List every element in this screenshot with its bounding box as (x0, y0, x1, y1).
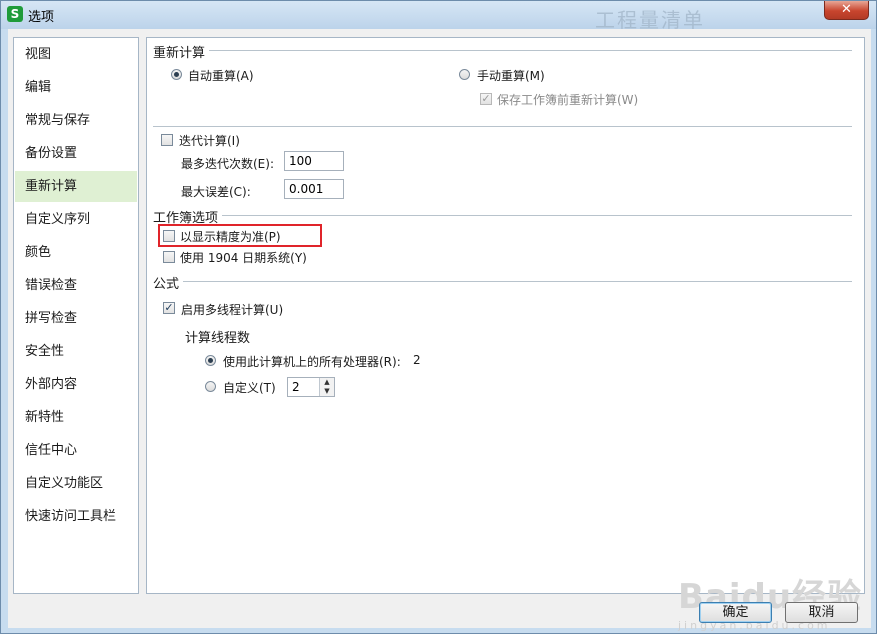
sidebar-item-14[interactable]: 快速访问工具栏 (15, 501, 137, 532)
sidebar-item-9[interactable]: 安全性 (15, 336, 137, 367)
divider (153, 126, 852, 127)
iterative-calc-label[interactable]: 迭代计算(I) (179, 132, 240, 149)
options-dialog: S 选项 工程量清单 ✕ 视图 编辑 常规与保存 备份设置 重新计算 自定义序列 颜色 错误检… (0, 0, 877, 634)
divider (179, 281, 852, 282)
title-bar[interactable]: S 选项 工程量清单 ✕ (1, 1, 876, 32)
sidebar-item-1[interactable]: 编辑 (15, 72, 137, 103)
max-change-label: 最大误差(C): (181, 185, 251, 199)
multithread-checkbox[interactable]: ✓ (163, 302, 175, 314)
max-iterations-label: 最多迭代次数(E): (181, 157, 274, 171)
spinner-buttons[interactable]: ▲ ▼ (319, 378, 334, 396)
manual-recalc-label[interactable]: 手动重算(M) (477, 67, 545, 84)
threads-section-label: 计算线程数 (185, 331, 251, 346)
recalculation-panel: 重新计算 自动重算(A) 手动重算(M) ✓ 保存工作簿前重新计算(W) 迭代计… (146, 37, 865, 594)
sidebar-item-8[interactable]: 拼写检查 (15, 303, 137, 334)
options-category-list: 视图 编辑 常规与保存 备份设置 重新计算 自定义序列 颜色 错误检查 拼写检查 安全性 外部内容新… (13, 37, 139, 594)
custom-threads-spinner[interactable]: 2 ▲ ▼ (287, 377, 335, 397)
divider (219, 215, 852, 216)
recalc-before-save-label: 保存工作簿前重新计算(W) (497, 93, 639, 107)
close-icon: ✕ (841, 2, 852, 17)
iterative-calc-checkbox[interactable] (161, 134, 173, 146)
all-processors-radio[interactable] (205, 355, 216, 366)
sidebar-item-6[interactable]: 颜色 (15, 237, 137, 268)
dialog-title: 选项 (28, 10, 55, 25)
date1904-checkbox[interactable] (163, 251, 175, 263)
spinner-up-icon[interactable]: ▲ (320, 378, 334, 387)
sidebar-item-2[interactable]: 常规与保存 (15, 105, 137, 136)
manual-recalc-radio[interactable] (459, 69, 470, 80)
custom-threads-radio[interactable] (205, 381, 216, 392)
multithread-label[interactable]: 启用多线程计算(U) (181, 301, 283, 318)
custom-threads-value: 2 (292, 380, 300, 394)
sidebar-item-4[interactable]: 重新计算 (15, 171, 137, 202)
sidebar-item-3[interactable]: 备份设置 (15, 138, 137, 169)
sidebar-item-10[interactable]: 外部内容 (15, 369, 137, 400)
auto-recalc-label[interactable]: 自动重算(A) (188, 67, 254, 84)
sidebar-item-7[interactable]: 错误检查 (15, 270, 137, 301)
recalc-before-save-checkbox[interactable]: ✓ (480, 93, 492, 105)
processor-count: 2 (413, 353, 421, 367)
spinner-down-icon[interactable]: ▼ (320, 387, 334, 396)
auto-recalc-radio[interactable] (171, 69, 182, 80)
precision-as-displayed-checkbox[interactable] (163, 230, 175, 242)
custom-threads-label[interactable]: 自定义(T) (223, 379, 276, 396)
section-title-recalc: 重新计算 (153, 42, 210, 61)
sidebar-item-0[interactable]: 视图 (15, 39, 137, 70)
sidebar-item-5[interactable]: 自定义序列 (15, 204, 137, 235)
section-title-formula: 公式 (153, 273, 184, 292)
precision-as-displayed-label[interactable]: 以显示精度为准(P) (180, 228, 281, 245)
wps-spreadsheet-icon: S (7, 6, 23, 22)
sidebar-item-11[interactable]: 新特性 (15, 402, 137, 433)
all-processors-label[interactable]: 使用此计算机上的所有处理器(R): (223, 353, 401, 370)
max-change-input[interactable]: 0.001 (284, 179, 344, 199)
close-button[interactable]: ✕ (824, 1, 869, 20)
ok-button[interactable]: 确定 (699, 602, 772, 623)
date1904-label[interactable]: 使用 1904 日期系统(Y) (180, 249, 307, 266)
sidebar-item-13[interactable]: 自定义功能区 (15, 468, 137, 499)
dialog-body: 视图 编辑 常规与保存 备份设置 重新计算 自定义序列 颜色 错误检查 拼写检查 安全性 外部内容新… (8, 29, 871, 632)
cancel-button[interactable]: 取消 (785, 602, 858, 623)
divider (207, 50, 852, 51)
sidebar-item-12[interactable]: 信任中心 (15, 435, 137, 466)
max-iterations-input[interactable]: 100 (284, 151, 344, 171)
